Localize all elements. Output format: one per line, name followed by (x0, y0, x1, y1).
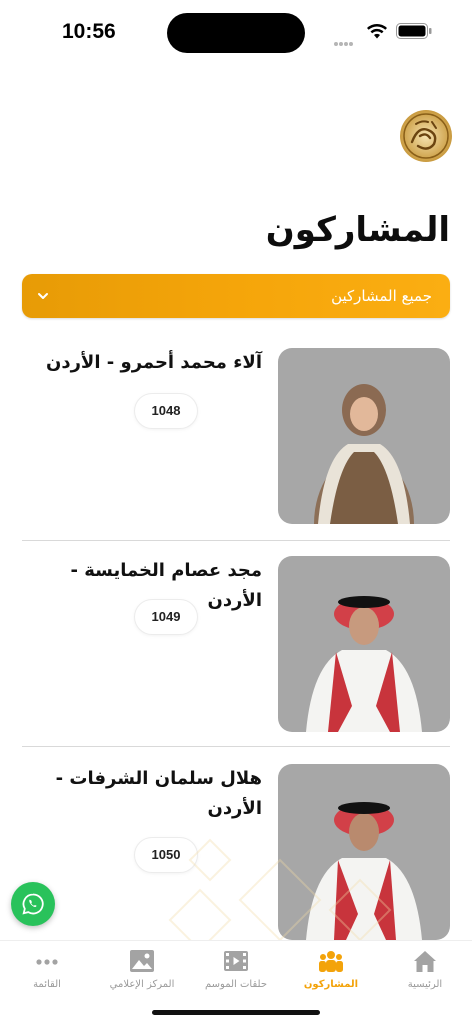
show-logo (400, 110, 452, 162)
background-pattern (168, 838, 392, 940)
status-time: 10:56 (62, 20, 116, 43)
page-title: المشاركون (265, 210, 450, 250)
tab-home[interactable]: الرئيسية (378, 949, 472, 990)
battery-icon (396, 23, 432, 39)
signal-dots-icon (334, 31, 358, 46)
divider (22, 746, 450, 747)
chevron-down-icon (38, 293, 48, 299)
participants-filter-dropdown[interactable]: جميع المشاركين (22, 274, 450, 318)
participant-number-badge: 1049 (135, 600, 197, 634)
participants-icon (319, 951, 343, 972)
video-icon (224, 951, 248, 971)
participant-name: آلاء محمد أحمرو - الأردن (45, 352, 262, 373)
tab-label: الرئيسية (407, 979, 443, 990)
home-icon (414, 951, 436, 972)
whatsapp-icon (22, 893, 44, 915)
home-indicator (152, 1010, 320, 1015)
participant-photo (278, 556, 450, 732)
participant-card[interactable]: آلاء محمد أحمرو - الأردن 1048 (22, 340, 450, 524)
tab-media-center[interactable]: المركز الإعلامي (95, 949, 189, 990)
tab-label: المركز الإعلامي (109, 979, 175, 990)
participant-photo (278, 348, 450, 524)
participant-name: هلال سلمان الشرفات - الأردن (55, 768, 262, 819)
tab-label: المشاركون (303, 979, 359, 990)
tab-label: القائمة (33, 979, 61, 990)
participant-card[interactable]: مجد عصام الخمايسة - الأردن 1049 (22, 548, 450, 732)
participant-number-badge: 1048 (135, 394, 197, 428)
image-icon (130, 950, 154, 972)
tab-menu[interactable]: القائمة (0, 949, 94, 990)
divider (22, 540, 450, 541)
more-icon (36, 959, 58, 965)
dynamic-island (167, 13, 305, 53)
tab-participants[interactable]: المشاركون (284, 949, 378, 990)
tab-label: حلقات الموسم (205, 979, 267, 990)
whatsapp-button[interactable] (11, 882, 55, 926)
status-bar: 10:56 (0, 0, 472, 62)
filter-selected-value: جميع المشاركين (331, 287, 432, 305)
tab-season-episodes[interactable]: حلقات الموسم (189, 949, 283, 990)
wifi-icon (367, 24, 387, 39)
